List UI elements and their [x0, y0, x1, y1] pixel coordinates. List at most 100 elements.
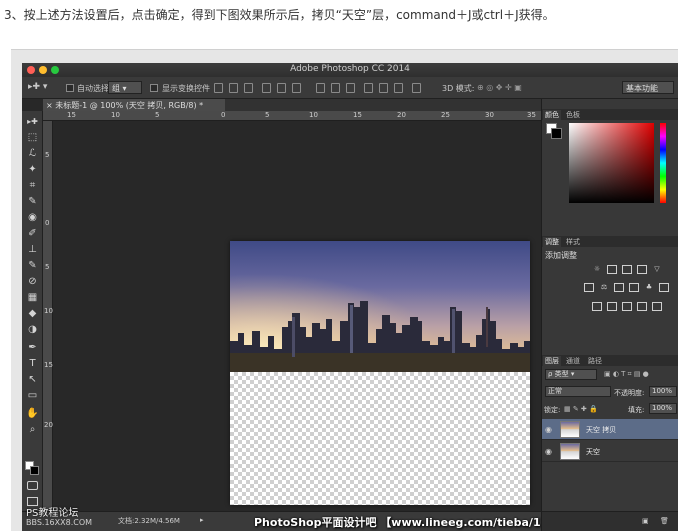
color-balance-icon[interactable]: ⚖ — [599, 283, 609, 292]
dodge-tool[interactable]: ◑ — [24, 323, 41, 337]
magic-wand-tool[interactable]: ✦ — [24, 163, 41, 177]
status-arrow-icon[interactable]: ▸ — [200, 516, 204, 524]
move-tool[interactable]: ▸✚ — [24, 115, 41, 129]
curves-icon[interactable] — [622, 265, 632, 274]
rectangle-tool[interactable]: ▭ — [24, 389, 41, 403]
status-bar: PS教程论坛 BBS.16XX8.COM 文档:2.32M/4.56M ▸ Ph… — [22, 508, 575, 531]
align-left-icon[interactable] — [262, 83, 271, 93]
threshold-icon[interactable] — [622, 302, 632, 311]
auto-align-icon[interactable] — [412, 83, 421, 93]
move-tool-icon[interactable]: ▸✚ ▾ — [28, 82, 47, 92]
zoom-tool[interactable]: ⌕ — [24, 423, 41, 437]
layer-filter-dropdown[interactable]: ρ 类型 ▾ — [545, 369, 597, 380]
marquee-tool[interactable]: ⬚ — [24, 131, 41, 145]
color-picker-field[interactable] — [569, 123, 654, 203]
tools-panel: ▸✚ ⬚ ℒ ✦ ⌗ ✎ ◉ ✐ ⊥ ✎ ⊘ ▦ ◆ ◑ ✒ T ↖ ▭ ✋ ⌕ — [22, 111, 43, 531]
align-vcenter-icon[interactable] — [229, 83, 238, 93]
opacity-input[interactable]: 100% — [649, 386, 677, 397]
distribute-right-icon[interactable] — [394, 83, 403, 93]
ruler-label: 20 — [397, 111, 406, 119]
layer-row-sky[interactable]: ◉ 天空 — [542, 441, 678, 462]
workspace-value: 基本功能 — [626, 84, 658, 93]
healing-brush-tool[interactable]: ◉ — [24, 211, 41, 225]
distribute-bottom-icon[interactable] — [346, 83, 355, 93]
auto-select-label: 自动选择: — [77, 84, 112, 93]
gradient-map-icon[interactable] — [637, 302, 647, 311]
lasso-tool[interactable]: ℒ — [24, 147, 41, 161]
layer-filter-icons[interactable]: ▣ ◐ T ⌗ ▤ ● — [604, 370, 649, 379]
show-transform-checkbox[interactable] — [150, 84, 158, 92]
new-layer-icon[interactable]: ▣ — [642, 517, 649, 525]
posterize-icon[interactable] — [607, 302, 617, 311]
document-tab[interactable]: × 未标题-1 @ 100% (天空 拷贝, RGB/8) * — [43, 99, 225, 111]
tab-strip-empty — [225, 99, 541, 111]
layer-thumbnail — [560, 421, 580, 438]
align-right-icon[interactable] — [292, 83, 301, 93]
quick-mask-icon[interactable] — [27, 481, 38, 490]
hue-saturation-icon[interactable] — [584, 283, 594, 292]
clone-stamp-tool[interactable]: ⊥ — [24, 243, 41, 257]
panel-background-swatch[interactable] — [551, 128, 562, 139]
align-bottom-icon[interactable] — [244, 83, 253, 93]
distribute-hcenter-icon[interactable] — [379, 83, 388, 93]
eye-icon[interactable]: ◉ — [545, 425, 554, 434]
canvas-workspace[interactable] — [54, 121, 541, 511]
auto-select-checkbox[interactable] — [66, 84, 74, 92]
align-top-icon[interactable] — [214, 83, 223, 93]
selective-color-icon[interactable] — [652, 302, 662, 311]
gradient-tool[interactable]: ▦ — [24, 291, 41, 305]
eye-icon[interactable]: ◉ — [545, 447, 554, 456]
3d-mode-label: 3D 模式: — [442, 84, 475, 93]
photo-filter-icon[interactable] — [629, 283, 639, 292]
delete-layer-icon[interactable]: 🗑 — [660, 517, 669, 525]
ruler-label: 20 — [44, 421, 53, 429]
document-canvas[interactable] — [230, 241, 530, 505]
workspace-dropdown[interactable]: 基本功能 — [622, 81, 674, 94]
blur-tool[interactable]: ◆ — [24, 307, 41, 321]
layers-panel-tabs: 图层 通道 路径 — [542, 355, 678, 366]
tab-paths[interactable]: 路径 — [586, 356, 604, 366]
ruler-label: 5 — [265, 111, 270, 119]
3d-mode-icons[interactable]: ⊕ ◎ ✥ ✛ ▣ — [477, 83, 522, 92]
tab-layers[interactable]: 图层 — [543, 356, 561, 366]
eraser-tool[interactable]: ⊘ — [24, 275, 41, 289]
tab-channels[interactable]: 通道 — [564, 356, 582, 366]
auto-select-dropdown[interactable]: 组 ▾ — [108, 81, 142, 94]
background-color-swatch[interactable] — [30, 466, 39, 475]
lock-icons[interactable]: ▦ ✎ ✚ 🔒 — [564, 405, 598, 413]
blend-mode-dropdown[interactable]: 正常 — [545, 386, 611, 397]
path-selection-tool[interactable]: ↖ — [24, 373, 41, 387]
invert-icon[interactable] — [592, 302, 602, 311]
tab-color[interactable]: 颜色 — [543, 110, 561, 120]
eyedropper-tool[interactable]: ✎ — [24, 195, 41, 209]
transparent-area — [230, 372, 530, 505]
align-hcenter-icon[interactable] — [277, 83, 286, 93]
right-panel-dock: 颜色 色板 调整 样式 添加调整 ☼ ▽ ⚖ ♣ 图层 通道 路径 ρ 类型 ▾… — [541, 99, 678, 531]
channel-mixer-icon[interactable]: ♣ — [644, 283, 654, 292]
exposure-icon[interactable] — [637, 265, 647, 274]
hue-slider[interactable] — [660, 123, 666, 203]
distribute-top-icon[interactable] — [316, 83, 325, 93]
vibrance-icon[interactable]: ▽ — [652, 265, 662, 274]
brightness-icon[interactable]: ☼ — [592, 265, 602, 274]
black-white-icon[interactable] — [614, 283, 624, 292]
horizontal-ruler: 15 10 5 0 5 10 15 20 25 30 35 — [43, 111, 541, 121]
fill-input[interactable]: 100% — [649, 403, 677, 414]
levels-icon[interactable] — [607, 265, 617, 274]
distribute-vcenter-icon[interactable] — [331, 83, 340, 93]
pen-tool[interactable]: ✒ — [24, 341, 41, 355]
layer-row-sky-copy[interactable]: ◉ 天空 拷贝 — [542, 419, 678, 440]
brush-tool[interactable]: ✐ — [24, 227, 41, 241]
tab-adjustments[interactable]: 调整 — [543, 237, 561, 247]
hand-tool[interactable]: ✋ — [24, 407, 41, 421]
layer-thumbnail — [560, 443, 580, 460]
color-lookup-icon[interactable] — [659, 283, 669, 292]
type-tool[interactable]: T — [24, 357, 41, 371]
history-brush-tool[interactable]: ✎ — [24, 259, 41, 273]
tab-swatches[interactable]: 色板 — [564, 110, 582, 120]
crop-tool[interactable]: ⌗ — [24, 179, 41, 193]
tab-styles[interactable]: 样式 — [564, 237, 582, 247]
distribute-left-icon[interactable] — [364, 83, 373, 93]
close-tab-icon[interactable]: × — [46, 101, 53, 110]
lock-label: 锁定: — [544, 406, 561, 414]
